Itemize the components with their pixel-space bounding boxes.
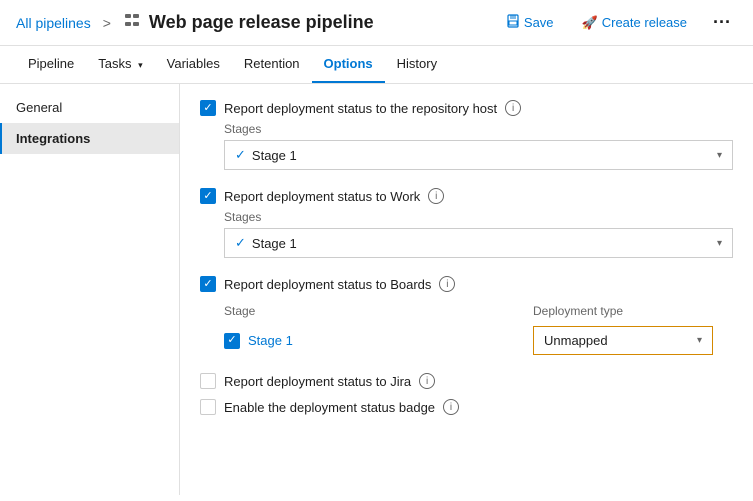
repo-stages-chevron-icon: ▾ bbox=[717, 150, 722, 161]
repo-stages-label: Stages bbox=[200, 122, 733, 136]
repo-status-label: Report deployment status to the reposito… bbox=[224, 101, 497, 116]
sidebar: General Integrations bbox=[0, 84, 180, 495]
save-icon bbox=[506, 14, 520, 31]
main-layout: General Integrations Report deployment s… bbox=[0, 84, 753, 495]
work-stages-chevron-icon: ▾ bbox=[717, 238, 722, 249]
save-button[interactable]: Save bbox=[498, 10, 562, 35]
row-stage-cell: Stage 1 bbox=[224, 333, 533, 349]
tab-pipeline[interactable]: Pipeline bbox=[16, 46, 86, 83]
more-options-button[interactable]: ··· bbox=[707, 10, 737, 35]
sidebar-item-general[interactable]: General bbox=[0, 92, 179, 123]
boards-table-row: Stage 1 Unmapped ▾ bbox=[224, 326, 733, 355]
boards-table-header: Stage Deployment type bbox=[224, 300, 733, 322]
boards-status-row: Report deployment status to Boards i bbox=[200, 276, 733, 292]
work-status-row: Report deployment status to Work i bbox=[200, 188, 733, 204]
jira-status-label: Report deployment status to Jira bbox=[224, 374, 411, 389]
work-stages-dropdown[interactable]: ✓ Stage 1 ▾ bbox=[224, 228, 733, 258]
content-area: Report deployment status to the reposito… bbox=[180, 84, 753, 495]
header-actions: Save 🚀 Create release ··· bbox=[498, 10, 737, 35]
work-status-checkbox[interactable] bbox=[200, 188, 216, 204]
section-boards-status: Report deployment status to Boards i Sta… bbox=[200, 276, 733, 355]
rocket-icon: 🚀 bbox=[582, 15, 598, 31]
stage-link[interactable]: Stage 1 bbox=[248, 333, 293, 348]
bottom-checks: Report deployment status to Jira i Enabl… bbox=[200, 373, 733, 415]
pipeline-icon bbox=[123, 11, 141, 34]
page-title: Web page release pipeline bbox=[149, 12, 490, 33]
tab-retention[interactable]: Retention bbox=[232, 46, 312, 83]
badge-status-checkbox[interactable] bbox=[200, 399, 216, 415]
tab-tasks[interactable]: Tasks ▾ bbox=[86, 46, 154, 83]
check-mark-icon: ✓ bbox=[235, 147, 246, 163]
work-check-mark-icon: ✓ bbox=[235, 235, 246, 251]
boards-stage-checkbox[interactable] bbox=[224, 333, 240, 349]
badge-status-row: Enable the deployment status badge i bbox=[200, 399, 733, 415]
repo-status-checkbox[interactable] bbox=[200, 100, 216, 116]
section-work-status: Report deployment status to Work i Stage… bbox=[200, 188, 733, 258]
tab-options[interactable]: Options bbox=[312, 46, 385, 83]
boards-status-info-icon[interactable]: i bbox=[439, 276, 455, 292]
badge-status-info-icon[interactable]: i bbox=[443, 399, 459, 415]
badge-status-label: Enable the deployment status badge bbox=[224, 400, 435, 415]
create-release-button[interactable]: 🚀 Create release bbox=[574, 11, 695, 35]
deploy-type-value: Unmapped bbox=[544, 333, 608, 348]
work-status-info-icon[interactable]: i bbox=[428, 188, 444, 204]
repo-status-row: Report deployment status to the reposito… bbox=[200, 100, 733, 116]
tab-history[interactable]: History bbox=[385, 46, 449, 83]
jira-status-info-icon[interactable]: i bbox=[419, 373, 435, 389]
col-stage-header: Stage bbox=[224, 304, 533, 318]
repo-stages-dropdown[interactable]: ✓ Stage 1 ▾ bbox=[224, 140, 733, 170]
jira-status-checkbox[interactable] bbox=[200, 373, 216, 389]
boards-status-checkbox[interactable] bbox=[200, 276, 216, 292]
work-stages-label: Stages bbox=[200, 210, 733, 224]
row-deploy-cell: Unmapped ▾ bbox=[533, 326, 733, 355]
col-deploy-header: Deployment type bbox=[533, 304, 733, 318]
header: All pipelines > Web page release pipelin… bbox=[0, 0, 753, 46]
breadcrumb-link[interactable]: All pipelines bbox=[16, 15, 91, 31]
nav-tabs: Pipeline Tasks ▾ Variables Retention Opt… bbox=[0, 46, 753, 84]
deploy-type-dropdown[interactable]: Unmapped ▾ bbox=[533, 326, 713, 355]
jira-status-row: Report deployment status to Jira i bbox=[200, 373, 733, 389]
repo-status-info-icon[interactable]: i bbox=[505, 100, 521, 116]
tasks-chevron-icon: ▾ bbox=[138, 60, 143, 70]
work-status-label: Report deployment status to Work bbox=[224, 189, 420, 204]
deploy-type-chevron-icon: ▾ bbox=[697, 335, 702, 346]
tab-variables[interactable]: Variables bbox=[155, 46, 232, 83]
boards-status-label: Report deployment status to Boards bbox=[224, 277, 431, 292]
breadcrumb-sep: > bbox=[103, 15, 111, 31]
section-repo-status: Report deployment status to the reposito… bbox=[200, 100, 733, 170]
sidebar-item-integrations[interactable]: Integrations bbox=[0, 123, 179, 154]
